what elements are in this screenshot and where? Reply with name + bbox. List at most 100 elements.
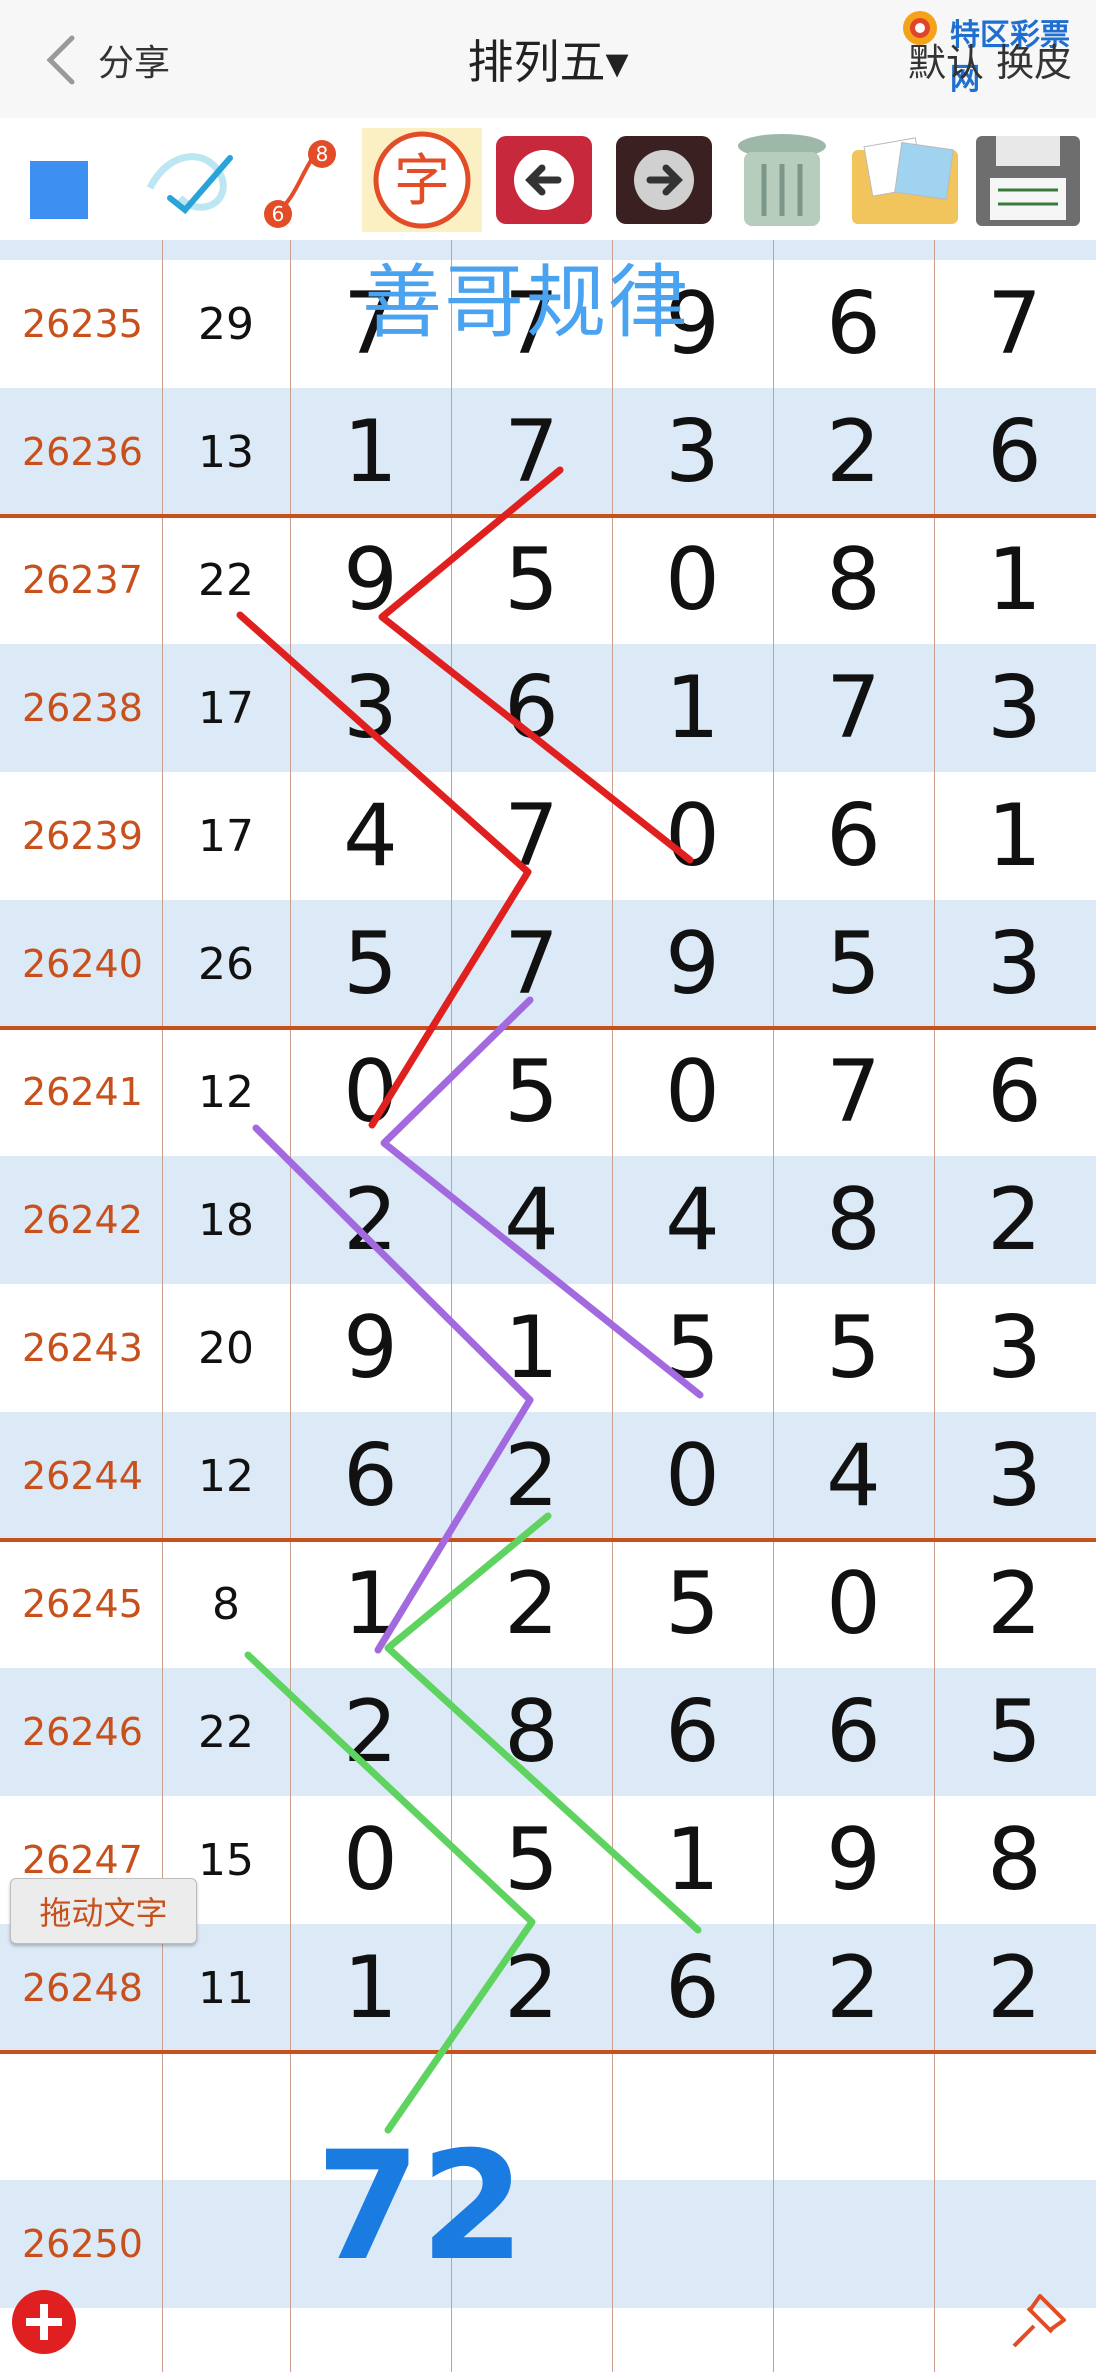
- digit-cell: 8: [826, 1170, 881, 1270]
- sum-value: 12: [198, 1066, 254, 1118]
- redo-icon[interactable]: [612, 128, 716, 232]
- photos-icon[interactable]: [846, 128, 964, 232]
- digit-cell: 1: [987, 530, 1042, 630]
- digit-cell: 5: [504, 530, 559, 630]
- digit-cell: 3: [987, 1426, 1042, 1526]
- digit-cell: 5: [665, 1554, 720, 1654]
- text-icon[interactable]: 字: [362, 128, 482, 232]
- issue-number: 26250: [22, 2222, 143, 2266]
- issue-number: 26239: [22, 814, 143, 858]
- save-icon[interactable]: [970, 128, 1086, 232]
- digit-cell: 2: [987, 1938, 1042, 2038]
- color-square-icon[interactable]: [26, 128, 96, 232]
- digit-cell: 5: [343, 914, 398, 1014]
- table-row: [0, 2052, 1096, 2180]
- table-row: 26243 20 9 1 5 5 3: [0, 1284, 1096, 1412]
- table-row: 26236 13 1 7 3 2 6: [0, 388, 1096, 516]
- table-row: 26235 29 7 7 9 6 7: [0, 260, 1096, 388]
- digit-cell: 9: [826, 1810, 881, 1910]
- table-row: 26234030129: [0, 240, 1096, 260]
- digit-cell: [934, 2052, 1095, 2180]
- issue-number: 26240: [22, 942, 143, 986]
- digit-cell: 5: [504, 1810, 559, 1910]
- sum-value: 12: [198, 1450, 254, 1502]
- digit-cell: 7: [826, 1042, 881, 1142]
- top-bar: 分享 排列五▾ 特区彩票网 默认 换皮: [0, 0, 1096, 118]
- digit-cell: 8: [826, 530, 881, 630]
- digit-cell: 1: [665, 1810, 720, 1910]
- digit-cell: 2: [826, 402, 881, 502]
- digit-cell: 1: [504, 1298, 559, 1398]
- table-row: 26239 17 4 7 0 6 1: [0, 772, 1096, 900]
- digit-cell: 2: [504, 1426, 559, 1526]
- skin-switch-button[interactable]: 默认 换皮: [908, 32, 1072, 87]
- digit-cell: 2: [826, 1938, 881, 2038]
- digit-cell: 0: [343, 1810, 398, 1910]
- digit-cell: 7: [987, 274, 1042, 374]
- digit-cell: 2: [343, 1682, 398, 1782]
- digit-cell: 3: [665, 402, 720, 502]
- digit-cell: 3: [987, 658, 1042, 758]
- digit-cell: [451, 2180, 612, 2308]
- sum-value: 13: [198, 426, 254, 478]
- digit-cell: 7: [343, 274, 398, 374]
- digit-cell: 7: [504, 914, 559, 1014]
- digit-cell: 9: [934, 240, 1095, 260]
- table-row: 26241 12 0 5 0 7 6: [0, 1028, 1096, 1156]
- digit-cell: 5: [826, 914, 881, 1014]
- sum-value: 0: [162, 240, 290, 260]
- issue-number: 26246: [22, 1710, 143, 1754]
- digit-cell: 0: [343, 1042, 398, 1142]
- digit-cell: 3: [290, 240, 451, 260]
- digit-cell: 6: [665, 1938, 720, 2038]
- sum-value: 17: [198, 682, 254, 734]
- table-row: 26246 22 2 8 6 6 5: [0, 1668, 1096, 1796]
- sum-value: 8: [212, 1578, 240, 1630]
- digit-cell: 0: [826, 1554, 881, 1654]
- digit-cell: 0: [665, 530, 720, 630]
- issue-number: 26241: [22, 1070, 143, 1114]
- digit-cell: [290, 2180, 451, 2308]
- trash-icon[interactable]: [726, 128, 838, 232]
- text-icon-char: 字: [394, 149, 450, 214]
- digit-cell: 1: [665, 658, 720, 758]
- digit-cell: 7: [504, 786, 559, 886]
- digit-cell: 5: [504, 1042, 559, 1142]
- undo-icon[interactable]: [492, 128, 596, 232]
- pin-icon[interactable]: [1004, 2282, 1078, 2356]
- digit-cell: 6: [826, 1682, 881, 1782]
- issue-number: 26238: [22, 686, 143, 730]
- group-separator: [0, 1538, 1096, 1542]
- pen-icon[interactable]: [140, 128, 250, 232]
- sum-value: 18: [198, 1194, 254, 1246]
- group-separator: [0, 1026, 1096, 1030]
- digit-cell: 6: [987, 1042, 1042, 1142]
- digit-cell: 4: [504, 1170, 559, 1270]
- digit-cell: 8: [987, 1810, 1042, 1910]
- digit-cell: [612, 2180, 773, 2308]
- digit-cell: 6: [826, 274, 881, 374]
- digit-cell: 1: [343, 1938, 398, 2038]
- digit-cell: 2: [504, 1938, 559, 2038]
- lottery-results-grid: 2623403012926235297796726236131732626237…: [0, 240, 1096, 2372]
- drag-text-button[interactable]: 拖动文字: [10, 1878, 197, 1944]
- digit-cell: [451, 2052, 612, 2180]
- digit-cell: 1: [612, 240, 773, 260]
- digit-cell: 9: [665, 274, 720, 374]
- table-row: 26240 26 5 7 9 5 3: [0, 900, 1096, 1028]
- digit-cell: 9: [343, 530, 398, 630]
- digit-cell: 6: [504, 658, 559, 758]
- table-row: 26250: [0, 2180, 1096, 2308]
- digit-cell: 4: [826, 1426, 881, 1526]
- issue-number: 26245: [22, 1582, 143, 1626]
- digit-cell: 4: [343, 786, 398, 886]
- sum-value: [162, 2052, 290, 2180]
- digit-cell: 1: [343, 402, 398, 502]
- table-row: 26244 12 6 2 0 4 3: [0, 1412, 1096, 1540]
- digit-cell: 8: [504, 1682, 559, 1782]
- issue-number: 26237: [22, 558, 143, 602]
- digit-cell: 7: [826, 658, 881, 758]
- table-row: 26238 17 3 6 1 7 3: [0, 644, 1096, 772]
- link-icon[interactable]: 8 6: [256, 128, 346, 232]
- add-icon[interactable]: [12, 2290, 76, 2354]
